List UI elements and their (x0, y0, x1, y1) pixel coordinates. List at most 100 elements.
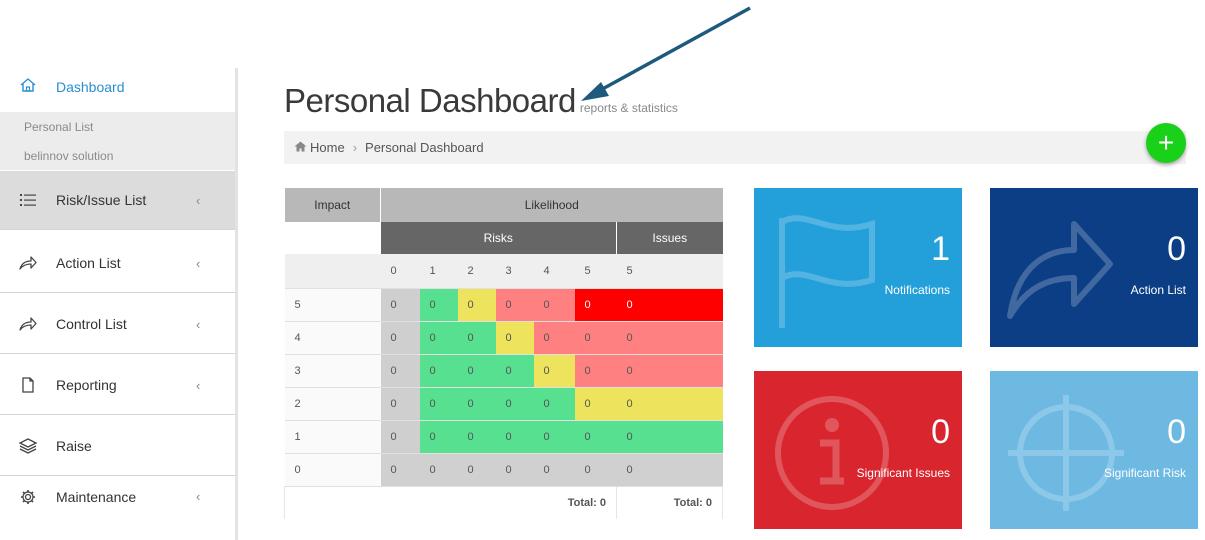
matrix-cell[interactable]: 0 (574, 419, 617, 453)
matrix-total-row: Total: 0 Total: 0 (284, 485, 723, 519)
sidebar: Dashboard Personal List belinnov solutio… (0, 62, 236, 540)
likelihood-value: 2 (457, 254, 496, 288)
matrix-row: 5 0 0 0 0 0 0 0 (284, 287, 723, 321)
sidebar-item-label: Action List (56, 255, 121, 271)
matrix-cell[interactable]: 0 (457, 287, 496, 321)
likelihood-value: 1 (419, 254, 458, 288)
sidebar-item-risk-issue-list[interactable]: Risk/Issue List ‹ (0, 171, 236, 230)
matrix-cell[interactable]: 0 (616, 287, 723, 321)
risks-header: Risks (380, 222, 617, 254)
tile-value: 0 (1167, 413, 1186, 451)
issues-total: Total: 0 (616, 485, 723, 519)
share-arrow-icon (1007, 221, 1113, 319)
risk-matrix-table: Impact Likelihood Risks Issues 0 1 2 3 4… (284, 188, 723, 519)
sidebar-item-label: Reporting (56, 377, 117, 393)
sidebar-item-label: Dashboard (56, 79, 125, 95)
matrix-cell[interactable]: 0 (457, 353, 496, 387)
significant-risk-tile[interactable]: 0 Significant Risk (990, 371, 1198, 529)
matrix-cell[interactable]: 0 (574, 386, 617, 420)
matrix-cell[interactable]: 0 (616, 419, 723, 453)
matrix-cell[interactable]: 0 (574, 287, 617, 321)
likelihood-value: 5 (574, 254, 617, 288)
likelihood-value: 3 (495, 254, 534, 288)
matrix-cell[interactable]: 0 (495, 452, 534, 486)
tile-label: Action List (1130, 283, 1186, 297)
matrix-cell[interactable]: 0 (533, 353, 575, 387)
breadcrumb: Home › Personal Dashboard (284, 131, 1186, 164)
breadcrumb-current: Personal Dashboard (365, 140, 484, 155)
matrix-cell[interactable]: 0 (419, 353, 458, 387)
matrix-row: 4 0 0 0 0 0 0 0 (284, 320, 723, 354)
sidebar-item-dashboard[interactable]: Dashboard (0, 62, 236, 112)
action-list-tile[interactable]: 0 Action List (990, 188, 1198, 347)
matrix-cell[interactable]: 0 (533, 386, 575, 420)
impact-value: 5 (284, 287, 381, 321)
matrix-cell[interactable]: 0 (419, 287, 458, 321)
issues-header: Issues (616, 222, 723, 254)
matrix-cell[interactable]: 0 (419, 386, 458, 420)
matrix-cell[interactable]: 0 (380, 320, 420, 354)
matrix-cell[interactable]: 0 (457, 386, 496, 420)
sidebar-item-label: Maintenance (56, 488, 137, 505)
matrix-cell[interactable]: 0 (533, 419, 575, 453)
significant-issues-tile[interactable]: 0 Significant Issues (754, 371, 962, 529)
tile-value: 0 (1167, 230, 1186, 268)
chevron-left-icon: ‹ (196, 316, 201, 332)
matrix-cell[interactable]: 0 (380, 287, 420, 321)
impact-value: 1 (284, 419, 381, 453)
list-icon (0, 194, 56, 206)
matrix-cell[interactable]: 0 (495, 353, 534, 387)
impact-value: 0 (284, 452, 381, 486)
matrix-cell[interactable]: 0 (419, 452, 458, 486)
matrix-cell[interactable]: 0 (616, 353, 723, 387)
chevron-left-icon: ‹ (196, 377, 201, 393)
sidebar-subitem-belinnov-solution[interactable]: belinnov solution (0, 141, 236, 170)
matrix-cell[interactable]: 0 (380, 452, 420, 486)
breadcrumb-home-link[interactable]: Home (310, 140, 345, 155)
matrix-cell[interactable]: 0 (380, 419, 420, 453)
impact-header: Impact (284, 188, 381, 222)
matrix-cell[interactable]: 0 (616, 320, 723, 354)
matrix-cell[interactable]: 0 (533, 452, 575, 486)
sidebar-item-maintenance[interactable]: Maintenance ‹ (0, 467, 236, 526)
matrix-cell[interactable]: 0 (380, 353, 420, 387)
matrix-cell[interactable]: 0 (533, 287, 575, 321)
add-button[interactable]: + (1146, 123, 1186, 163)
matrix-cell[interactable]: 0 (419, 419, 458, 453)
flag-icon (779, 215, 875, 328)
matrix-cell[interactable]: 0 (616, 386, 723, 420)
matrix-row: 3 0 0 0 0 0 0 0 (284, 353, 723, 387)
impact-value: 2 (284, 386, 381, 420)
matrix-cell[interactable]: 0 (574, 320, 617, 354)
matrix-cell[interactable]: 0 (495, 287, 534, 321)
matrix-cell[interactable]: 0 (457, 452, 496, 486)
tile-value: 1 (931, 230, 950, 268)
matrix-row: 1 0 0 0 0 0 0 0 (284, 419, 723, 453)
document-icon (0, 377, 56, 393)
matrix-cell[interactable]: 0 (380, 386, 420, 420)
notifications-tile[interactable]: 1 Notifications (754, 188, 962, 347)
matrix-cell[interactable]: 0 (574, 452, 617, 486)
likelihood-value: 5 (616, 254, 723, 288)
sidebar-subitem-personal-list[interactable]: Personal List (0, 112, 236, 141)
matrix-cell[interactable]: 0 (495, 386, 534, 420)
matrix-cell[interactable]: 0 (419, 320, 458, 354)
tile-value: 0 (931, 413, 950, 451)
matrix-cell[interactable]: 0 (457, 320, 496, 354)
chevron-left-icon: ‹ (196, 192, 201, 208)
sidebar-item-action-list[interactable]: Action List ‹ (0, 234, 236, 293)
matrix-cell[interactable]: 0 (616, 452, 723, 486)
matrix-cell[interactable]: 0 (495, 419, 534, 453)
matrix-cell[interactable]: 0 (533, 320, 575, 354)
sidebar-item-control-list[interactable]: Control List ‹ (0, 295, 236, 354)
matrix-cell[interactable]: 0 (495, 320, 534, 354)
likelihood-value: 0 (380, 254, 420, 288)
crosshair-icon (1008, 395, 1124, 511)
share-arrow-icon (0, 317, 56, 331)
sidebar-item-reporting[interactable]: Reporting ‹ (0, 356, 236, 415)
layers-icon (0, 438, 56, 454)
matrix-cell[interactable]: 0 (457, 419, 496, 453)
page-title: Personal Dashboard reports & statistics (284, 82, 678, 119)
gear-icon (0, 489, 56, 505)
matrix-cell[interactable]: 0 (574, 353, 617, 387)
